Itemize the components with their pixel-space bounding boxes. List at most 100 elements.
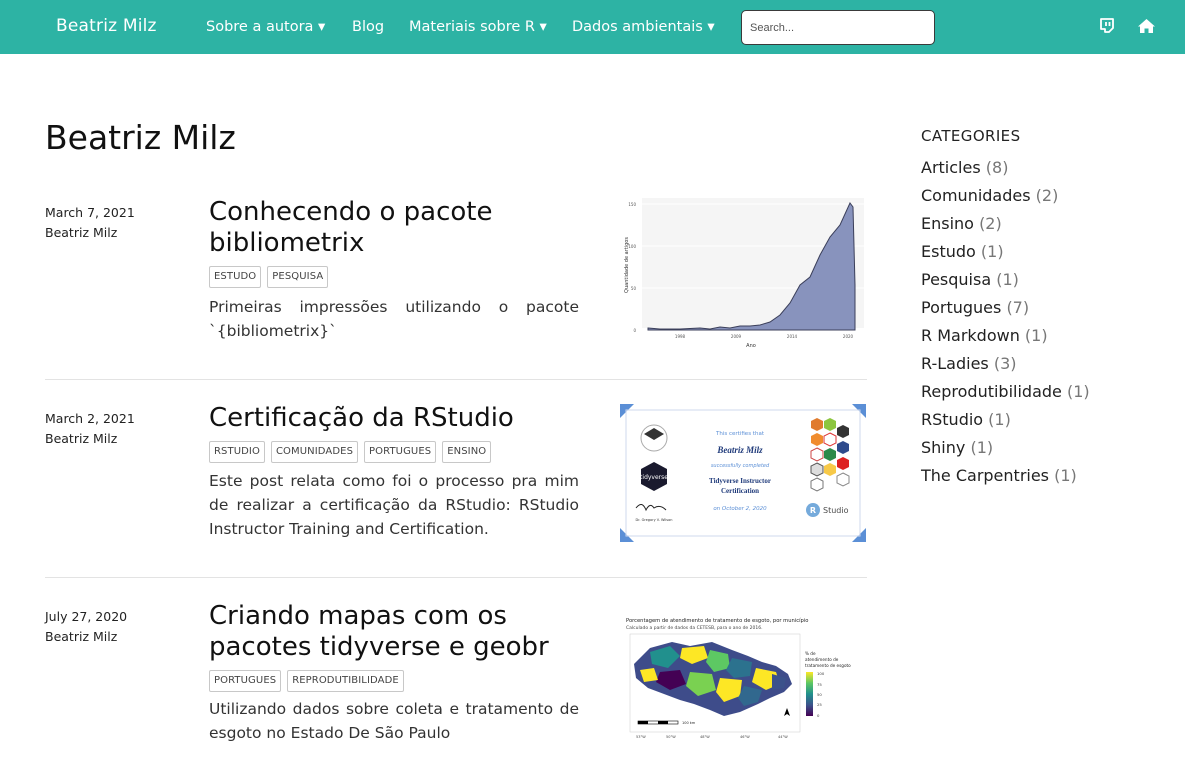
chat-bubble-icon[interactable] xyxy=(1098,17,1118,37)
x-tick: 46°W xyxy=(740,735,750,739)
tag-ensino[interactable]: ENSINO xyxy=(442,441,492,463)
category-count: (1) xyxy=(1024,326,1048,345)
post-title[interactable]: Certificação da RStudio xyxy=(209,403,589,434)
cert-intro: This certifies that xyxy=(715,431,765,437)
category-link[interactable]: R Markdown xyxy=(921,326,1020,345)
category-count: (2) xyxy=(1035,186,1059,205)
category-count: (1) xyxy=(980,242,1004,261)
category-count: (3) xyxy=(993,354,1017,373)
post-thumbnail[interactable]: Porcentagem de atendimento de tratamento… xyxy=(620,612,867,740)
tag-portugues[interactable]: PORTUGUES xyxy=(209,670,282,692)
legend-tick: 75 xyxy=(817,682,822,687)
post-item: March 2, 2021 Beatriz Milz Certificação … xyxy=(45,403,867,564)
post-item: March 7, 2021 Beatriz Milz Conhecendo o … xyxy=(45,195,867,360)
tag-comunidades[interactable]: COMUNIDADES xyxy=(270,441,359,463)
post-divider xyxy=(45,577,867,578)
post-tags: RSTUDIO COMUNIDADES PORTUGUES ENSINO xyxy=(209,441,492,463)
search-input[interactable] xyxy=(741,10,935,45)
category-item: RStudio (1) xyxy=(921,410,1090,438)
post-summary: Utilizando dados sobre coleta e tratamen… xyxy=(209,700,579,742)
nav-dados-ambientais[interactable]: Dados ambientais ▾ xyxy=(572,19,715,35)
cert-name: Beatriz Milz xyxy=(716,445,763,455)
legend-title-1: % de xyxy=(805,651,816,656)
x-tick: 50°W xyxy=(666,735,676,739)
category-count: (1) xyxy=(970,438,994,457)
post-tags: ESTUDO PESQUISA xyxy=(209,266,329,288)
category-item: Reprodutibilidade (1) xyxy=(921,382,1090,410)
categories-list: Articles (8) Comunidades (2) Ensino (2) … xyxy=(921,158,1090,494)
post-date: March 7, 2021 xyxy=(45,205,135,220)
category-item: Pesquisa (1) xyxy=(921,270,1090,298)
category-item: Shiny (1) xyxy=(921,438,1090,466)
category-link[interactable]: Portugues xyxy=(921,298,1001,317)
category-count: (7) xyxy=(1006,298,1030,317)
category-link[interactable]: Estudo xyxy=(921,242,976,261)
x-axis-label: Ano xyxy=(746,343,756,349)
page-title: Beatriz Milz xyxy=(45,118,236,157)
category-item: R Markdown (1) xyxy=(921,326,1090,354)
category-link[interactable]: Reprodutibilidade xyxy=(921,382,1062,401)
y-tick: 150 xyxy=(628,202,636,207)
legend-colorbar xyxy=(806,672,813,716)
post-date: March 2, 2021 xyxy=(45,411,135,426)
category-link[interactable]: Comunidades xyxy=(921,186,1031,205)
legend-tick: 50 xyxy=(817,692,822,697)
nav-blog[interactable]: Blog xyxy=(352,19,384,35)
category-link[interactable]: Articles xyxy=(921,158,981,177)
post-thumbnail[interactable]: tidyverse Dr. Gregory V. Wilson This cer… xyxy=(620,404,866,542)
x-tick: 2020 xyxy=(843,334,854,339)
tag-portugues[interactable]: PORTUGUES xyxy=(364,441,437,463)
category-count: (1) xyxy=(1066,382,1090,401)
post-date: July 27, 2020 xyxy=(45,609,128,624)
category-count: (1) xyxy=(996,270,1019,289)
post-title[interactable]: Conhecendo o pacote bibliometrix xyxy=(209,197,589,259)
x-tick: 1998 xyxy=(675,334,686,339)
cert-completed: successfully completed xyxy=(711,463,770,469)
category-link[interactable]: Ensino xyxy=(921,214,974,233)
nav-sobre-a-autora[interactable]: Sobre a autora ▾ xyxy=(206,19,325,35)
svg-text:R: R xyxy=(810,506,816,515)
category-link[interactable]: Shiny xyxy=(921,438,965,457)
post-thumbnail[interactable]: 150 100 50 0 1998 2009 2014 2020 Ano Qua… xyxy=(620,195,867,350)
category-item: R-Ladies (3) xyxy=(921,354,1090,382)
x-tick: 2009 xyxy=(731,334,742,339)
category-link[interactable]: Pesquisa xyxy=(921,270,991,289)
y-axis-label: Quantidade de artigos xyxy=(624,237,630,293)
post-summary: Primeiras impressões utilizando o pacote… xyxy=(209,298,579,340)
tag-pesquisa[interactable]: PESQUISA xyxy=(267,266,329,288)
category-item: Portugues (7) xyxy=(921,298,1090,326)
category-item: Articles (8) xyxy=(921,158,1090,186)
post-title[interactable]: Criando mapas com os pacotes tidyverse e… xyxy=(209,601,589,663)
home-icon[interactable] xyxy=(1137,17,1157,37)
category-count: (1) xyxy=(988,410,1011,429)
scale-label: 100 km xyxy=(682,721,696,725)
category-link[interactable]: R-Ladies xyxy=(921,354,989,373)
certificate-thumbnail: tidyverse Dr. Gregory V. Wilson This cer… xyxy=(620,404,866,542)
legend-tick: 100 xyxy=(817,671,825,676)
category-link[interactable]: The Carpentries xyxy=(921,466,1049,485)
tag-rstudio[interactable]: RSTUDIO xyxy=(209,441,265,463)
post-divider xyxy=(45,379,867,380)
post-author[interactable]: Beatriz Milz xyxy=(45,225,117,240)
tag-reprodutibilidade[interactable]: REPRODUTIBILIDADE xyxy=(287,670,404,692)
map-subtitle: Calculado a partir de dados da CETESB, p… xyxy=(626,625,763,631)
categories-heading: CATEGORIES xyxy=(921,127,1021,145)
legend-title-2: atendimento de xyxy=(805,657,839,662)
x-tick: 53°W xyxy=(636,735,646,739)
post-author[interactable]: Beatriz Milz xyxy=(45,431,117,446)
post-summary: Este post relata como foi o processo pra… xyxy=(209,472,579,538)
category-link[interactable]: RStudio xyxy=(921,410,983,429)
sao-paulo-map-thumbnail: Porcentagem de atendimento de tratamento… xyxy=(620,612,867,740)
x-tick: 2014 xyxy=(787,334,798,339)
category-item: Estudo (1) xyxy=(921,242,1090,270)
site-brand[interactable]: Beatriz Milz xyxy=(56,16,157,36)
nav-materiais-sobre-r[interactable]: Materiais sobre R ▾ xyxy=(409,19,547,35)
map-title: Porcentagem de atendimento de tratamento… xyxy=(626,617,808,624)
category-count: (8) xyxy=(985,158,1009,177)
post-item: July 27, 2020 Beatriz Milz Criando mapas… xyxy=(45,601,867,780)
post-tags: PORTUGUES REPRODUTIBILIDADE xyxy=(209,670,404,692)
bibliometrix-chart-thumbnail: 150 100 50 0 1998 2009 2014 2020 Ano Qua… xyxy=(620,195,867,350)
y-tick: 50 xyxy=(631,286,637,291)
tag-estudo[interactable]: ESTUDO xyxy=(209,266,262,288)
post-author[interactable]: Beatriz Milz xyxy=(45,629,117,644)
